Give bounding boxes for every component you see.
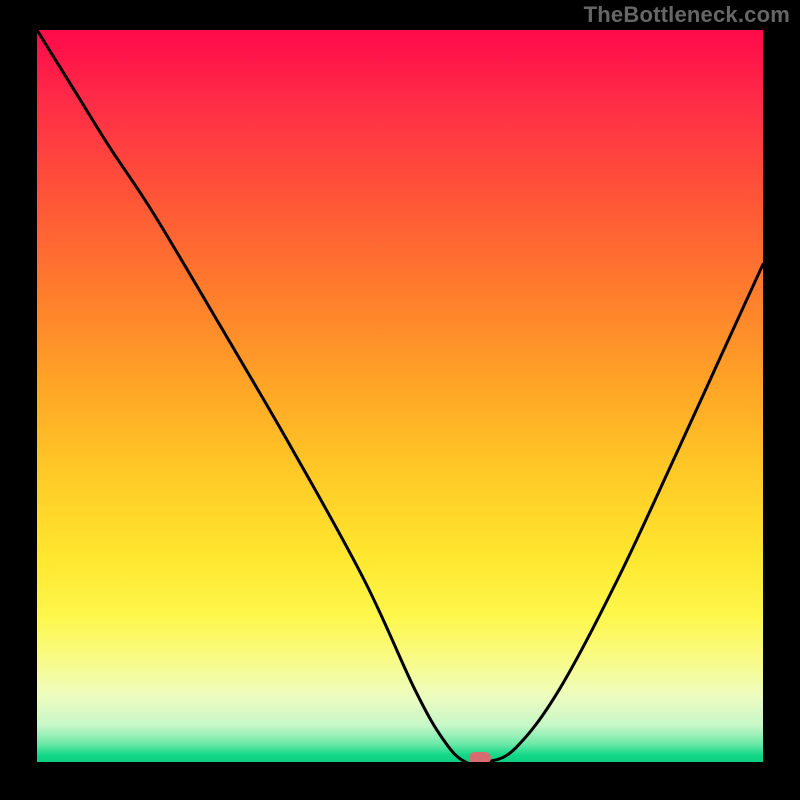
plot-area <box>37 30 763 762</box>
watermark-text: TheBottleneck.com <box>584 2 790 28</box>
bottleneck-curve <box>37 30 763 762</box>
chart-frame: TheBottleneck.com <box>0 0 800 800</box>
plot-outer-border <box>0 0 800 800</box>
minimum-marker <box>469 752 491 762</box>
